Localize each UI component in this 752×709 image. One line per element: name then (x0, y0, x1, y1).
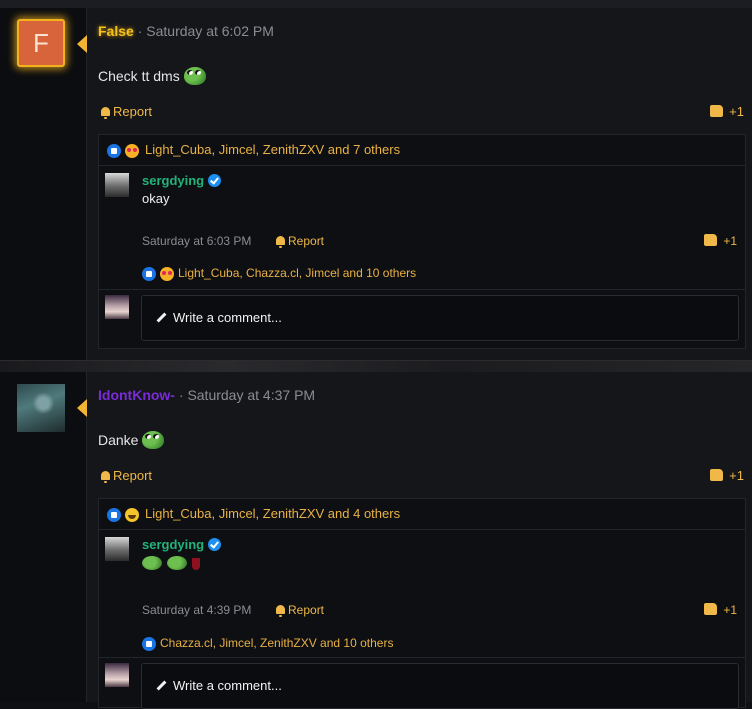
like-reaction-icon (107, 507, 121, 522)
bell-icon (276, 605, 285, 617)
comment: sergdying Saturday at 4:39 PM Report +1 … (99, 529, 745, 658)
like-button[interactable]: +1 (710, 468, 744, 483)
reaction-icons (107, 142, 139, 158)
comment-reactions[interactable]: Light_Cuba, Chazza.cl, Jimcel and 10 oth… (142, 266, 416, 281)
post-content: False · Saturday at 6:02 PM Check tt dms… (77, 8, 752, 360)
comment-emojis (142, 556, 200, 571)
comment-reactions-list: Chazza.cl, Jimcel, ZenithZXV and 10 othe… (160, 636, 394, 650)
pepe-emoji-icon (142, 431, 165, 449)
reaction-icons (107, 506, 139, 522)
write-comment-label: Write a comment... (156, 678, 282, 693)
pepe-emoji-icon (183, 67, 206, 85)
post-message-text: Danke (98, 432, 139, 448)
report-label: Report (113, 104, 153, 119)
username[interactable]: IdontKnow- (98, 387, 175, 403)
reactions-bar[interactable]: Light_Cuba, Jimcel, ZenithZXV and 4 othe… (99, 499, 745, 530)
comment-author[interactable]: sergdying (142, 537, 222, 552)
comments-section: Light_Cuba, Jimcel, ZenithZXV and 4 othe… (98, 498, 746, 709)
post-header: False · Saturday at 6:02 PM (98, 23, 274, 39)
pepe-emoji-icon (142, 556, 162, 570)
reactions-bar[interactable]: Light_Cuba, Jimcel, ZenithZXV and 7 othe… (99, 135, 745, 166)
comment-report-label: Report (288, 234, 325, 248)
write-comment-label: Write a comment... (156, 310, 282, 325)
post-timestamp[interactable]: Saturday at 4:37 PM (187, 387, 315, 403)
username[interactable]: False (98, 23, 134, 39)
wine-glass-emoji-icon (192, 558, 200, 570)
report-link[interactable]: Report (101, 104, 152, 119)
comment-text: okay (142, 191, 170, 206)
post-author-column: F (0, 8, 86, 360)
heart-eyes-reaction-icon (125, 143, 139, 158)
pepe-emoji-icon (167, 556, 187, 570)
post-timestamp[interactable]: Saturday at 6:02 PM (146, 23, 274, 39)
separator: · (178, 387, 184, 403)
comment-author[interactable]: sergdying (142, 173, 222, 188)
thumbs-up-icon (710, 105, 724, 117)
post: IdontKnow- · Saturday at 4:37 PM Danke R… (0, 372, 752, 709)
post-header: IdontKnow- · Saturday at 4:37 PM (98, 387, 315, 403)
comment-timestamp[interactable]: Saturday at 4:39 PM (142, 603, 251, 617)
comment-avatar[interactable] (105, 537, 129, 561)
comment-report-link[interactable]: Report (276, 234, 324, 248)
like-reaction-icon (142, 266, 156, 281)
bell-icon (101, 471, 110, 483)
verified-badge-icon (208, 174, 222, 187)
write-comment-row: Write a comment... (99, 657, 745, 709)
comment-avatar[interactable] (105, 173, 129, 197)
reactions-list[interactable]: Light_Cuba, Jimcel, ZenithZXV and 7 othe… (145, 142, 400, 157)
verified-badge-icon (208, 538, 222, 551)
post-content: IdontKnow- · Saturday at 4:37 PM Danke R… (77, 372, 752, 709)
like-button[interactable]: +1 (710, 104, 744, 119)
reactions-list[interactable]: Light_Cuba, Jimcel, ZenithZXV and 4 othe… (145, 506, 400, 521)
comment-timestamp[interactable]: Saturday at 6:03 PM (142, 234, 251, 248)
comment-report-label: Report (288, 603, 325, 617)
thumbs-up-icon (710, 469, 724, 481)
separator: · (137, 23, 143, 39)
laughing-reaction-icon (125, 507, 139, 522)
post-message: Danke (98, 431, 165, 449)
thumbs-up-icon (704, 603, 718, 615)
pencil-icon (156, 312, 167, 323)
post-message-text: Check tt dms (98, 68, 180, 84)
like-reaction-icon (142, 636, 156, 651)
write-comment-input[interactable]: Write a comment... (141, 295, 739, 341)
avatar[interactable] (17, 384, 65, 432)
like-count: +1 (729, 468, 744, 483)
write-comment-input[interactable]: Write a comment... (141, 663, 739, 709)
report-link[interactable]: Report (101, 468, 152, 483)
comment-like-button[interactable]: +1 (704, 603, 737, 617)
comment-reactions-list: Light_Cuba, Chazza.cl, Jimcel and 10 oth… (178, 266, 417, 280)
like-count: +1 (729, 104, 744, 119)
report-label: Report (113, 468, 153, 483)
current-user-avatar (105, 663, 129, 687)
top-divider (0, 0, 752, 8)
comment-like-count: +1 (723, 234, 737, 248)
thumbs-up-icon (704, 234, 718, 246)
current-user-avatar (105, 295, 129, 319)
comment-author-name: sergdying (142, 173, 205, 188)
pencil-icon (156, 680, 167, 691)
like-reaction-icon (107, 143, 121, 158)
avatar[interactable]: F (17, 19, 65, 67)
post: F False · Saturday at 6:02 PM Check tt d… (0, 8, 752, 360)
write-comment-row: Write a comment... (99, 289, 745, 349)
comment-like-count: +1 (723, 603, 737, 617)
post-author-column (0, 372, 86, 702)
comment-like-button[interactable]: +1 (704, 234, 737, 248)
heart-eyes-reaction-icon (160, 266, 174, 281)
pointer-arrow-icon (77, 399, 87, 417)
comment: sergdying okay Saturday at 6:03 PM Repor… (99, 165, 745, 290)
post-message: Check tt dms (98, 67, 206, 85)
comment-reactions[interactable]: Chazza.cl, Jimcel, ZenithZXV and 10 othe… (142, 636, 393, 651)
comment-author-name: sergdying (142, 537, 205, 552)
comment-report-link[interactable]: Report (276, 603, 324, 617)
comments-section: Light_Cuba, Jimcel, ZenithZXV and 7 othe… (98, 134, 746, 349)
bell-icon (276, 236, 285, 248)
bell-icon (101, 107, 110, 119)
pointer-arrow-icon (77, 35, 87, 53)
